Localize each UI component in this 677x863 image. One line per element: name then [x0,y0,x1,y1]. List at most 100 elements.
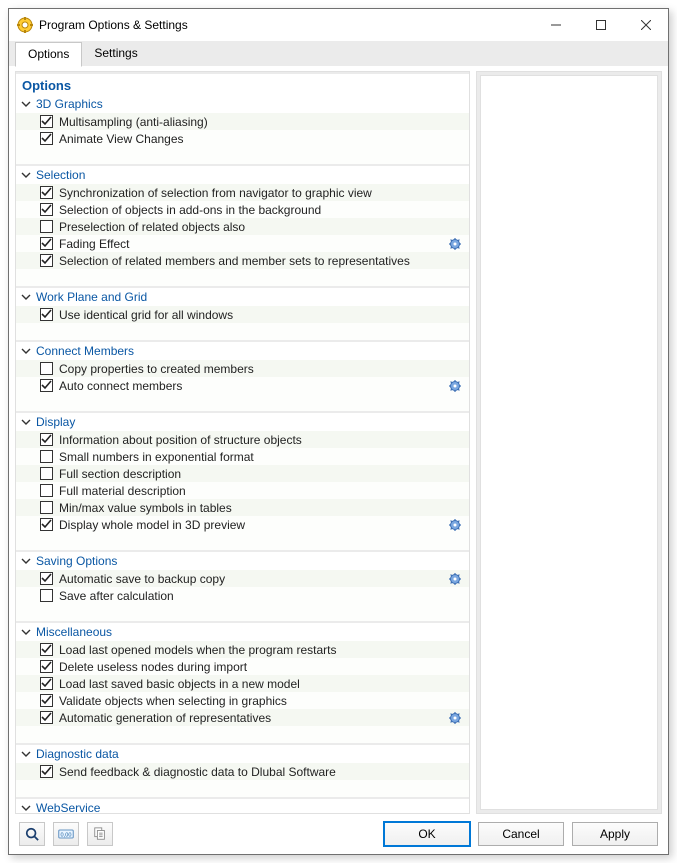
checkbox[interactable] [40,518,53,531]
checkbox[interactable] [40,450,53,463]
option-row[interactable]: Information about position of structure … [16,431,469,448]
checkbox[interactable] [40,765,53,778]
option-row[interactable]: Selection of objects in add-ons in the b… [16,201,469,218]
option-row[interactable]: Save after calculation [16,587,469,604]
cancel-button[interactable]: Cancel [478,822,564,846]
checkbox[interactable] [40,115,53,128]
gear-icon[interactable] [449,380,461,392]
checkbox[interactable] [40,711,53,724]
checkbox[interactable] [40,237,53,250]
tab-settings[interactable]: Settings [82,42,149,67]
options-window: Program Options & Settings Options Setti… [8,8,669,855]
option-row[interactable]: Fading Effect [16,235,469,252]
checkbox[interactable] [40,433,53,446]
help-button[interactable] [19,822,45,846]
checkbox[interactable] [40,467,53,480]
option-row[interactable]: Animate View Changes [16,130,469,147]
section-webservice: WebServiceStart the server automatically… [16,799,469,814]
option-row[interactable]: Selection of related members and member … [16,252,469,269]
apply-button[interactable]: Apply [572,822,658,846]
option-label: Selection of objects in add-ons in the b… [59,203,463,217]
gear-icon[interactable] [449,238,461,250]
gear-icon[interactable] [449,573,461,585]
checkbox[interactable] [40,220,53,233]
section-title: 3D Graphics [36,97,103,111]
option-row[interactable]: Copy properties to created members [16,360,469,377]
section-header-webservice[interactable]: WebService [16,799,469,814]
checkbox[interactable] [40,186,53,199]
checkbox[interactable] [40,362,53,375]
maximize-button[interactable] [578,10,623,40]
option-row[interactable]: Preselection of related objects also [16,218,469,235]
section-header-display[interactable]: Display [16,413,469,431]
option-label: Save after calculation [59,589,463,603]
spacer [16,323,469,340]
checkbox[interactable] [40,572,53,585]
option-row[interactable]: Full material description [16,482,469,499]
option-row[interactable]: Min/max value symbols in tables [16,499,469,516]
section-header-diag[interactable]: Diagnostic data [16,745,469,763]
option-row[interactable]: Full section description [16,465,469,482]
option-row[interactable]: Small numbers in exponential format [16,448,469,465]
tabstrip: Options Settings [9,41,668,67]
section-connect-members: Connect MembersCopy properties to create… [16,342,469,411]
tab-options[interactable]: Options [15,42,82,67]
checkbox[interactable] [40,677,53,690]
checkbox[interactable] [40,308,53,321]
option-row[interactable]: Send feedback & diagnostic data to Dluba… [16,763,469,780]
option-row[interactable]: Delete useless nodes during import [16,658,469,675]
chevron-down-icon [20,291,32,303]
checkbox[interactable] [40,132,53,145]
section-display: DisplayInformation about position of str… [16,413,469,550]
option-row[interactable]: Synchronization of selection from naviga… [16,184,469,201]
close-button[interactable] [623,10,668,40]
checkbox[interactable] [40,379,53,392]
option-row[interactable]: Use identical grid for all windows [16,306,469,323]
chevron-down-icon [20,98,32,110]
section-title: Miscellaneous [36,625,112,639]
checkbox[interactable] [40,203,53,216]
option-row[interactable]: Validate objects when selecting in graph… [16,692,469,709]
option-row[interactable]: Display whole model in 3D preview [16,516,469,533]
section-header-work-plane[interactable]: Work Plane and Grid [16,288,469,306]
checkbox[interactable] [40,484,53,497]
option-label: Selection of related members and member … [59,254,463,268]
default-button[interactable] [87,822,113,846]
units-button[interactable]: 0,00 [53,822,79,846]
options-tree: Options 3D GraphicsMultisampling (anti-a… [15,71,470,814]
spacer [16,394,469,411]
details-panel [476,71,662,814]
option-label: Automatic save to backup copy [59,572,449,586]
checkbox[interactable] [40,694,53,707]
option-row[interactable]: Load last saved basic objects in a new m… [16,675,469,692]
checkbox[interactable] [40,589,53,602]
ok-button[interactable]: OK [384,822,470,846]
chevron-down-icon [20,748,32,760]
option-row[interactable]: Auto connect members [16,377,469,394]
checkbox[interactable] [40,660,53,673]
checkbox[interactable] [40,643,53,656]
option-label: Synchronization of selection from naviga… [59,186,463,200]
minimize-button[interactable] [533,10,578,40]
section-title: Saving Options [36,554,117,568]
section-header-connect-members[interactable]: Connect Members [16,342,469,360]
section-header-misc[interactable]: Miscellaneous [16,623,469,641]
option-row[interactable]: Automatic save to backup copy [16,570,469,587]
section-work-plane: Work Plane and GridUse identical grid fo… [16,288,469,340]
gear-icon[interactable] [449,519,461,531]
option-row[interactable]: Multisampling (anti-aliasing) [16,113,469,130]
section-header-saving[interactable]: Saving Options [16,552,469,570]
spacer [16,533,469,550]
option-label: Min/max value symbols in tables [59,501,463,515]
option-label: Preselection of related objects also [59,220,463,234]
option-row[interactable]: Load last opened models when the program… [16,641,469,658]
option-row[interactable]: Automatic generation of representatives [16,709,469,726]
option-label: Load last saved basic objects in a new m… [59,677,463,691]
section-header-3d-graphics[interactable]: 3D Graphics [16,95,469,113]
section-header-selection[interactable]: Selection [16,166,469,184]
chevron-down-icon [20,626,32,638]
checkbox[interactable] [40,501,53,514]
gear-icon[interactable] [449,712,461,724]
option-label: Fading Effect [59,237,449,251]
checkbox[interactable] [40,254,53,267]
